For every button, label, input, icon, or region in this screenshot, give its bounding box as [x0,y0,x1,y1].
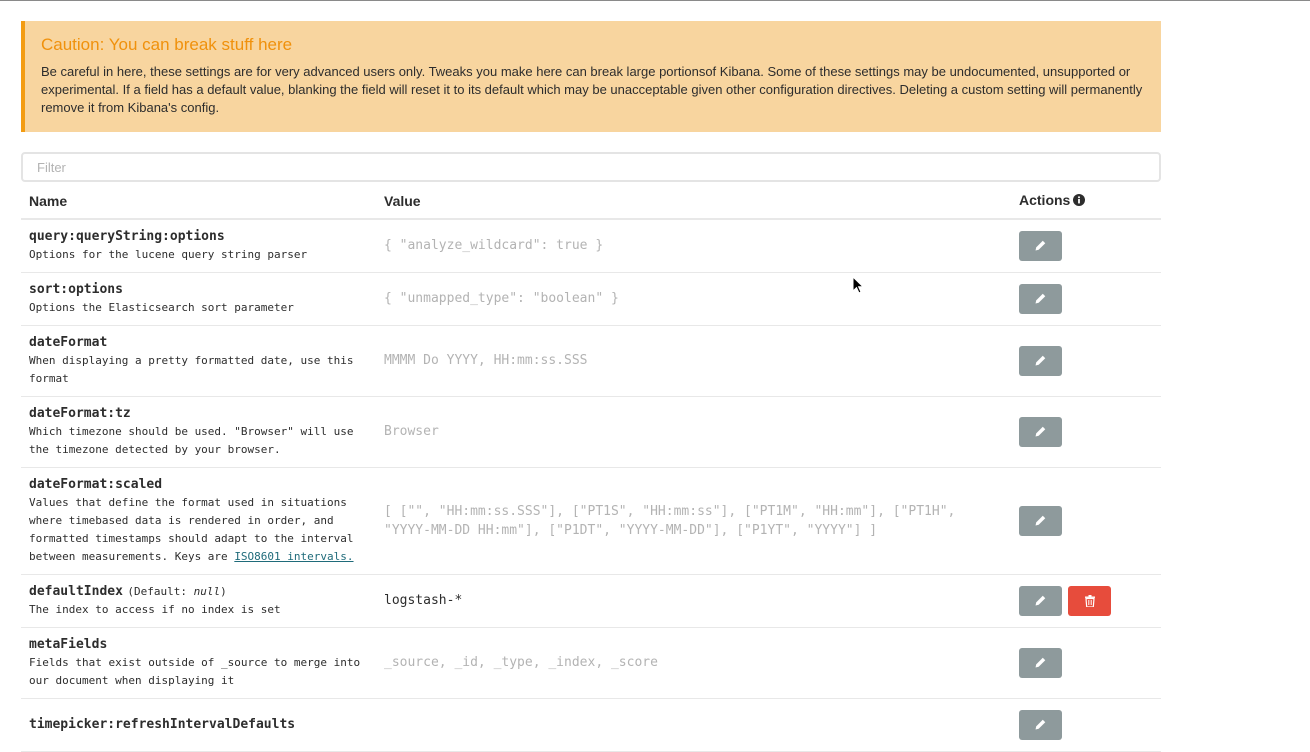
setting-row: dateFormat:tz Which timezone should be u… [21,396,1161,468]
setting-value: MMMM Do YYYY, HH:mm:ss.SSS [384,353,588,368]
setting-description: Values that define the format used in si… [29,494,368,566]
setting-row: query:queryString:options Options for th… [21,219,1161,273]
iso8601-intervals-link[interactable]: ISO8601 intervals. [234,550,353,563]
setting-name: timepicker:refreshIntervalDefaults [29,716,296,732]
setting-name: metaFields [29,636,108,652]
setting-value: { "analyze_wildcard": true } [384,238,604,254]
setting-actions-cell [1011,325,1161,397]
setting-value: _source, _id, _type, _index, _score [384,655,658,670]
setting-value-cell: Browser [376,396,1011,468]
setting-value: [ ["", "HH:mm:ss.SSS"], ["PT1S", "HH:mm:… [384,503,956,538]
edit-button[interactable] [1019,416,1062,447]
top-divider [0,0,1310,1]
caution-title: Caution: You can break stuff here [41,35,293,54]
header-actions-label: Actions [1019,192,1071,208]
setting-name-cell: defaultIndex (Default: null) The index t… [21,574,376,628]
setting-description: When displaying a pretty formatted date,… [29,353,354,385]
pencil-icon [1035,240,1046,251]
edit-button[interactable] [1019,709,1062,740]
setting-name: dateFormat [29,334,108,350]
pencil-icon [1035,515,1046,526]
setting-row: metaFields Fields that exist outside of … [21,627,1161,699]
setting-name-cell: metaFields Fields that exist outside of … [21,627,376,699]
setting-actions-cell [1011,698,1161,752]
pencil-icon [1035,657,1046,668]
setting-row: dateFormat When displaying a pretty form… [21,325,1161,397]
setting-value-cell: { "unmapped_type": "boolean" } [376,272,1011,326]
setting-name-cell: dateFormat:scaled Values that define the… [21,467,376,575]
setting-value-cell: _source, _id, _type, _index, _score [376,627,1011,699]
pencil-icon [1035,293,1046,304]
default-prefix: (Default: [127,585,194,598]
edit-button[interactable] [1019,505,1062,536]
setting-value: logstash-* [384,593,463,608]
edit-button[interactable] [1019,345,1062,376]
setting-row: dateFormat:scaled Values that define the… [21,467,1161,575]
pencil-icon [1035,719,1046,730]
header-name: Name [21,184,376,220]
setting-actions-cell [1011,219,1161,273]
header-value: Value [376,184,1011,220]
filter-input[interactable] [21,152,1161,182]
setting-description: Which timezone should be used. "Browser"… [29,424,354,456]
setting-description: Options the Elasticsearch sort parameter [29,300,294,314]
edit-button[interactable] [1019,585,1062,616]
setting-actions-cell [1011,574,1161,628]
edit-button[interactable] [1019,230,1062,261]
setting-value-cell: MMMM Do YYYY, HH:mm:ss.SSS [376,325,1011,397]
setting-name-cell: dateFormat When displaying a pretty form… [21,325,376,397]
setting-name-line: defaultIndex (Default: null) [29,582,368,601]
setting-value-cell [376,698,1011,752]
setting-description: Options for the lucene query string pars… [29,247,308,261]
edit-button[interactable] [1019,283,1062,314]
setting-actions-cell [1011,396,1161,468]
setting-value-cell: logstash-* [376,574,1011,628]
setting-value-cell: { "analyze_wildcard": true } [376,219,1011,273]
setting-value: Browser [384,424,439,439]
default-value: null [193,585,221,598]
default-value-note: (Default: null) [127,585,226,598]
setting-name: sort:options [29,281,123,297]
caution-callout: Caution: You can break stuff here Be car… [21,21,1161,132]
pencil-icon [1035,426,1046,437]
header-actions: Actions [1011,184,1161,220]
setting-row: sort:options Options the Elasticsearch s… [21,272,1161,326]
mouse-cursor [852,275,865,299]
setting-name-cell: query:queryString:options Options for th… [21,219,376,273]
setting-name-cell: dateFormat:tz Which timezone should be u… [21,396,376,468]
pencil-icon [1035,595,1046,606]
setting-description: The index to access if no index is set [29,603,281,616]
setting-actions-cell [1011,467,1161,575]
setting-actions-cell [1011,627,1161,699]
setting-name: dateFormat:scaled [29,476,163,492]
setting-name: dateFormat:tz [29,405,131,421]
setting-row: defaultIndex (Default: null) The index t… [21,574,1161,628]
setting-name-cell: sort:options Options the Elasticsearch s… [21,272,376,326]
setting-actions-cell [1011,272,1161,326]
setting-name-cell: timepicker:refreshIntervalDefaults [21,698,376,752]
advanced-settings-table: Name Value Actions query:queryString:opt… [21,184,1161,752]
setting-description: Fields that exist outside of _source to … [29,655,361,687]
pencil-icon [1035,355,1046,366]
table-header-row: Name Value Actions [21,184,1161,220]
default-suffix: ) [220,585,227,598]
caution-body: Be careful in here, these settings are f… [41,64,1143,115]
delete-button[interactable] [1068,585,1111,616]
info-icon [1073,193,1086,209]
setting-name: query:queryString:options [29,228,225,244]
trash-icon [1084,594,1095,607]
setting-value: { "unmapped_type": "boolean" } [384,291,619,306]
setting-value-cell: [ ["", "HH:mm:ss.SSS"], ["PT1S", "HH:mm:… [376,467,1011,575]
setting-name: defaultIndex [29,584,123,599]
edit-button[interactable] [1019,647,1062,678]
setting-row: timepicker:refreshIntervalDefaults [21,698,1161,752]
